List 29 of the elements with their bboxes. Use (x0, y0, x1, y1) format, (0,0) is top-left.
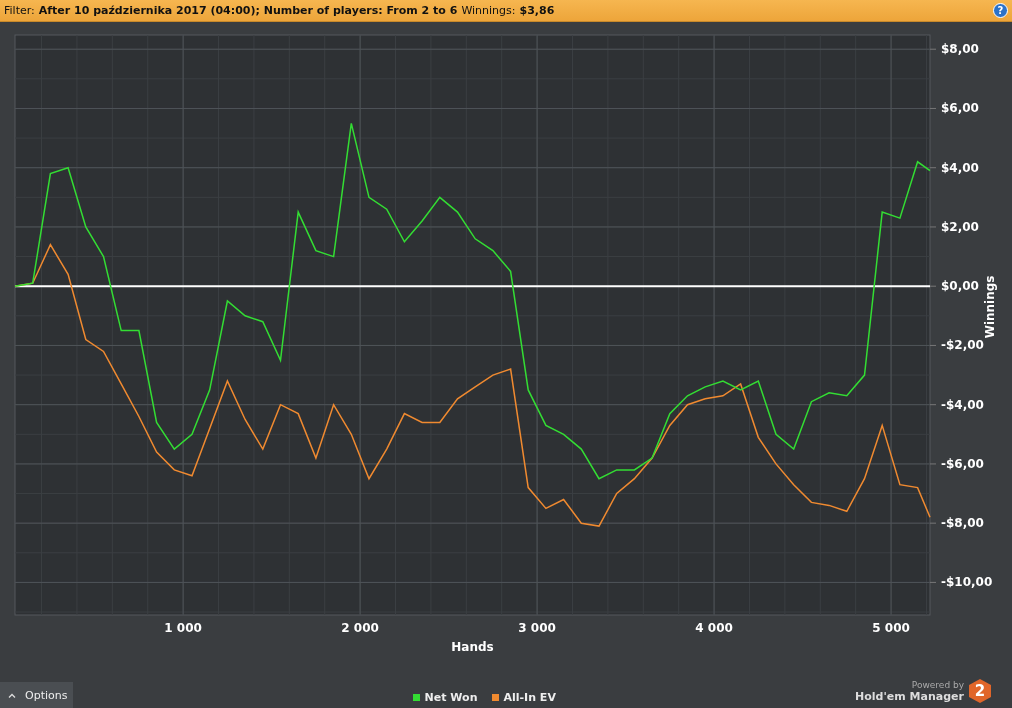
powered-by-text: Powered by (911, 679, 964, 690)
legend-label: All-In EV (503, 690, 556, 704)
axis-tick-label: -$4,00 (941, 397, 984, 412)
filter-value: After 10 października 2017 (04:00); Number of players: From 2 to 6 (38, 4, 458, 17)
axis-tick-label: 4 000 (695, 621, 733, 635)
axis-tick-label: $6,00 (941, 101, 979, 116)
y-axis-title: Winnings (983, 275, 997, 339)
axis-tick-label: $0,00 (941, 279, 979, 294)
axis-tick-label: -$6,00 (941, 456, 984, 471)
winnings-value: $3,86 (519, 4, 555, 17)
options-button[interactable]: Options (0, 682, 74, 708)
axis-tick-label: 5 000 (872, 621, 910, 635)
axis-tick-label: 1 000 (164, 621, 202, 635)
axis-tick-label: 2 000 (341, 621, 379, 635)
axis-tick-label: 3 000 (518, 621, 556, 635)
legend-label: Net Won (424, 690, 478, 704)
axis-tick-label: $2,00 (941, 219, 979, 234)
axis-tick-label: -$2,00 (941, 338, 984, 353)
axis-tick-label: -$8,00 (941, 516, 984, 531)
brand-name: Hold'em Manager (855, 689, 964, 703)
winnings-label: Winnings: (461, 4, 516, 17)
caret-icon (8, 692, 16, 698)
axis-tick-label: $8,00 (941, 42, 979, 57)
help-button[interactable]: ? (993, 3, 1008, 18)
x-axis-title: Hands (451, 640, 494, 654)
axis-tick-label: -$10,00 (941, 575, 993, 590)
brand-logo: 2 (968, 678, 992, 704)
filter-label: Filter: (4, 4, 35, 17)
axis-tick-label: $4,00 (941, 160, 979, 175)
